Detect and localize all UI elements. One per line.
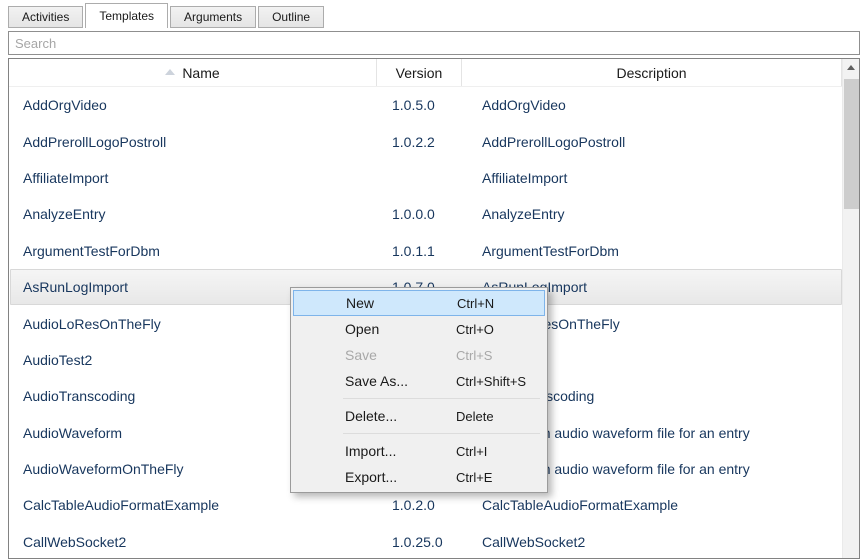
template-version: 1.0.2.2 [379,134,464,150]
template-name: AddPrerollLogoPostroll [11,134,379,150]
template-description: AddPrerollLogoPostroll [464,134,841,150]
template-version: 1.0.1.1 [379,243,464,259]
tab-bar: Activities Templates Arguments Outline [8,3,326,28]
menu-separator [343,398,540,399]
menu-item-saveas[interactable]: Save As... Ctrl+Shift+S [293,368,545,394]
template-name: ArgumentTestForDbm [11,243,379,259]
sort-ascending-icon [165,69,175,75]
menu-item-save: Save Ctrl+S [293,342,545,368]
menu-item-label: Open [345,321,379,337]
menu-separator [343,433,540,434]
table-header: Name Version Description [9,59,842,87]
menu-item-label: Export... [345,469,397,485]
table-row[interactable]: AnalyzeEntry 1.0.0.0 AnalyzeEntry [10,196,842,232]
template-description: CalcTableAudioFormatExample [464,497,841,513]
template-version: 1.0.0.0 [379,206,464,222]
template-description: AnalyzeEntry [464,206,841,222]
menu-item-export[interactable]: Export... Ctrl+E [293,464,545,490]
table-row[interactable]: ArgumentTestForDbm 1.0.1.1 ArgumentTestF… [10,233,842,269]
tab-templates[interactable]: Templates [85,3,168,28]
tab-label: Activities [22,10,69,24]
menu-item-label: Save As... [345,373,408,389]
menu-item-delete[interactable]: Delete... Delete [293,403,545,429]
template-name: AffiliateImport [11,170,379,186]
tab-outline[interactable]: Outline [258,6,324,28]
menu-item-shortcut: Ctrl+N [457,296,494,311]
template-name: CallWebSocket2 [11,534,379,550]
arrow-up-icon [847,65,855,70]
template-version: 1.0.2.0 [379,497,464,513]
app-window: Activities Templates Arguments Outline Name… [0,0,868,559]
menu-item-shortcut: Ctrl+E [456,470,492,485]
scrollbar-up-button[interactable] [843,59,859,76]
template-version: 1.0.5.0 [379,97,464,113]
template-description: CallWebSocket2 [464,534,841,550]
menu-item-import[interactable]: Import... Ctrl+I [293,438,545,464]
menu-item-label: Delete... [345,408,397,424]
column-header-version[interactable]: Version [377,59,462,86]
table-row[interactable]: AddPrerollLogoPostroll 1.0.2.2 AddPrerol… [10,123,842,159]
menu-item-open[interactable]: Open Ctrl+O [293,316,545,342]
template-version: 1.0.25.0 [379,534,464,550]
template-description: AffiliateImport [464,170,841,186]
table-row[interactable]: AffiliateImport AffiliateImport [10,160,842,196]
menu-item-shortcut: Ctrl+O [456,322,494,337]
column-header-name-label: Name [182,65,219,81]
tab-arguments[interactable]: Arguments [170,6,256,28]
menu-item-shortcut: Delete [456,409,494,424]
tab-label: Arguments [184,10,242,24]
menu-item-shortcut: Ctrl+S [456,348,492,363]
tab-activities[interactable]: Activities [8,6,83,28]
tab-label: Templates [99,9,154,23]
menu-item-label: Save [345,347,377,363]
menu-item-label: Import... [345,443,396,459]
menu-item-label: New [346,295,374,311]
template-description: ArgumentTestForDbm [464,243,841,259]
scrollbar-thumb[interactable] [844,79,859,209]
table-row[interactable]: AddOrgVideo 1.0.5.0 AddOrgVideo [10,87,842,123]
table-row[interactable]: CallWebSocket2 1.0.25.0 CallWebSocket2 [10,524,842,558]
column-header-name[interactable]: Name [9,59,377,86]
menu-item-new[interactable]: New Ctrl+N [293,290,545,316]
template-name: AnalyzeEntry [11,206,379,222]
template-name: CalcTableAudioFormatExample [11,497,379,513]
search-input[interactable] [8,31,860,55]
vertical-scrollbar[interactable] [842,59,859,558]
context-menu: New Ctrl+N Open Ctrl+O Save Ctrl+S Save As... C… [290,287,548,493]
menu-item-shortcut: Ctrl+I [456,444,487,459]
column-header-description-label: Description [616,65,686,81]
tab-label: Outline [272,10,310,24]
menu-item-shortcut: Ctrl+Shift+S [456,374,526,389]
template-name: AddOrgVideo [11,97,379,113]
column-header-version-label: Version [396,65,443,81]
column-header-description[interactable]: Description [462,59,842,86]
template-description: AddOrgVideo [464,97,841,113]
